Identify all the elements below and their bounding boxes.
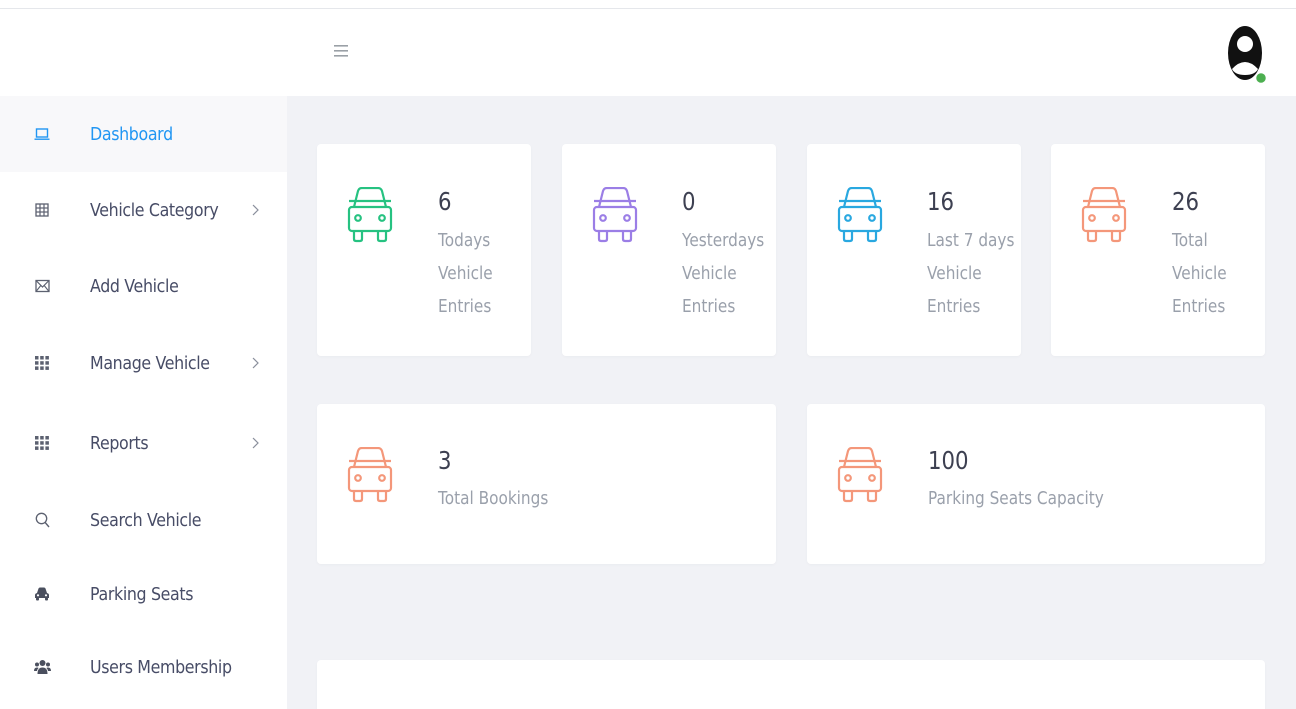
stat-card-total: 26 Total Vehicle Entries bbox=[1051, 144, 1265, 356]
envelope-icon bbox=[32, 276, 52, 296]
sidebar-item-users-membership[interactable]: Users Membership bbox=[0, 629, 287, 705]
table-grid-icon bbox=[32, 200, 52, 220]
sidebar-item-label: Parking Seats bbox=[90, 583, 194, 605]
sidebar-item-label: Manage Vehicle bbox=[90, 352, 210, 374]
summary-value: 3 bbox=[438, 446, 452, 475]
users-icon bbox=[32, 657, 52, 677]
top-header bbox=[0, 10, 1296, 96]
apps-grid-icon bbox=[32, 433, 52, 453]
chevron-right-icon bbox=[252, 204, 259, 216]
sidebar-item-reports[interactable]: Reports bbox=[0, 405, 287, 481]
user-avatar-icon[interactable] bbox=[1223, 23, 1271, 85]
car-outline-icon bbox=[1081, 187, 1127, 243]
top-border bbox=[0, 0, 1296, 9]
sidebar-item-label: Reports bbox=[90, 432, 149, 454]
main-content: 6 Todays Vehicle Entries 0 Yesterdays Vehic… bbox=[287, 96, 1296, 709]
stat-label: Yesterdays Vehicle Entries bbox=[682, 230, 765, 317]
sidebar-item-label: Vehicle Category bbox=[90, 199, 219, 221]
content-panel bbox=[317, 660, 1265, 709]
sidebar-item-vehicle-category[interactable]: Vehicle Category bbox=[0, 172, 287, 248]
summary-card-parking-capacity: 100 Parking Seats Capacity bbox=[807, 404, 1265, 564]
sidebar: Dashboard Vehicle Category Add Vehicle M… bbox=[0, 96, 287, 709]
stat-value: 26 bbox=[1172, 187, 1200, 216]
summary-card-total-bookings: 3 Total Bookings bbox=[317, 404, 776, 564]
stat-card-last-7-days: 16 Last 7 days Vehicle Entries bbox=[807, 144, 1021, 356]
sidebar-item-add-vehicle[interactable]: Add Vehicle bbox=[0, 248, 287, 324]
stat-value: 0 bbox=[682, 187, 696, 216]
search-icon bbox=[32, 510, 52, 530]
car-outline-icon bbox=[347, 187, 393, 243]
sidebar-item-manage-vehicle[interactable]: Manage Vehicle bbox=[0, 325, 287, 401]
sidebar-item-parking-seats[interactable]: Parking Seats bbox=[0, 556, 287, 632]
car-outline-icon bbox=[347, 447, 393, 503]
stat-value: 16 bbox=[927, 187, 955, 216]
summary-value: 100 bbox=[928, 446, 969, 475]
stat-label: Total Vehicle Entries bbox=[1172, 230, 1227, 317]
sidebar-item-label: Dashboard bbox=[90, 123, 173, 145]
hamburger-icon[interactable] bbox=[330, 42, 352, 66]
laptop-icon bbox=[32, 124, 52, 144]
car-icon bbox=[32, 584, 52, 604]
car-outline-icon bbox=[592, 187, 638, 243]
stat-label: Todays Vehicle Entries bbox=[438, 230, 493, 317]
stat-card-yesterdays: 0 Yesterdays Vehicle Entries bbox=[562, 144, 776, 356]
stat-value: 6 bbox=[438, 187, 452, 216]
car-outline-icon bbox=[837, 187, 883, 243]
sidebar-item-label: Users Membership bbox=[90, 656, 232, 678]
stat-label: Last 7 days Vehicle Entries bbox=[927, 230, 1015, 317]
car-outline-icon bbox=[837, 447, 883, 503]
sidebar-item-search-vehicle[interactable]: Search Vehicle bbox=[0, 482, 287, 558]
apps-grid-icon bbox=[32, 353, 52, 373]
stat-card-todays: 6 Todays Vehicle Entries bbox=[317, 144, 531, 356]
sidebar-item-dashboard[interactable]: Dashboard bbox=[0, 96, 287, 172]
chevron-right-icon bbox=[252, 437, 259, 449]
sidebar-item-label: Add Vehicle bbox=[90, 275, 179, 297]
chevron-right-icon bbox=[252, 357, 259, 369]
sidebar-item-label: Search Vehicle bbox=[90, 509, 202, 531]
summary-label: Total Bookings bbox=[438, 488, 549, 509]
summary-label: Parking Seats Capacity bbox=[928, 488, 1104, 509]
